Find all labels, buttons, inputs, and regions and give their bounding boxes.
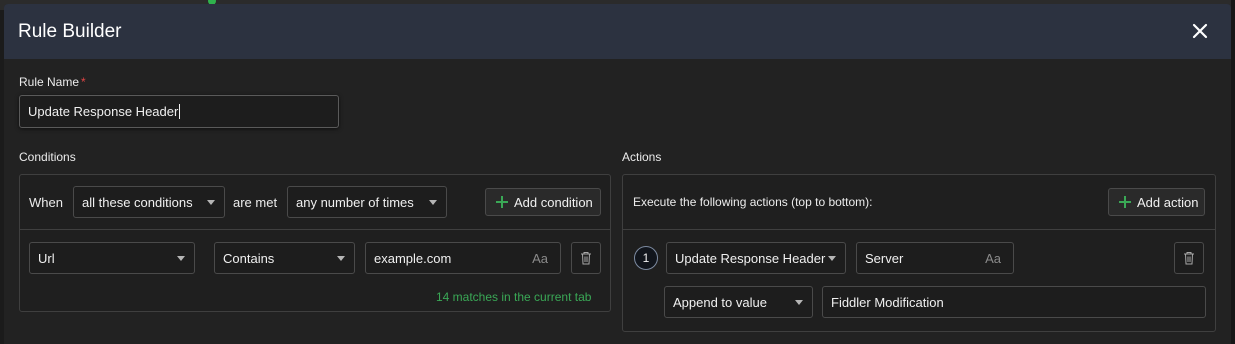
action-value-input[interactable]: Fiddler Modification — [822, 286, 1206, 318]
add-action-button[interactable]: Add action — [1108, 188, 1205, 216]
window-edge — [1231, 0, 1235, 344]
trash-icon — [1184, 252, 1194, 265]
chevron-down-icon — [795, 300, 803, 305]
condition-value-input[interactable]: example.com Aa — [365, 242, 561, 274]
action-type-value: Update Response Header — [675, 250, 826, 266]
match-count-status: 14 matches in the current tab — [436, 290, 592, 304]
action-mode-value: Append to value — [673, 294, 767, 310]
condition-operator-value: Contains — [223, 250, 275, 266]
rule-name-input[interactable]: Update Response Header — [19, 95, 339, 128]
match-mode-value: all these conditions — [82, 194, 193, 210]
condition-field-select[interactable]: Url — [29, 242, 195, 274]
trash-icon — [581, 252, 591, 265]
actions-label: Actions — [622, 150, 662, 164]
close-icon[interactable] — [1189, 20, 1211, 42]
chevron-down-icon — [828, 256, 836, 261]
actions-instruction: Execute the following actions (top to bo… — [633, 195, 873, 209]
chevron-down-icon — [177, 256, 185, 261]
delete-action-button[interactable] — [1174, 242, 1204, 274]
match-mode-select[interactable]: all these conditions — [73, 186, 225, 218]
delete-condition-button[interactable] — [571, 242, 601, 274]
when-label: When — [29, 195, 63, 210]
conditions-label: Conditions — [19, 150, 76, 164]
condition-field-value: Url — [38, 250, 55, 266]
rule-name-label: Rule Name * — [19, 75, 86, 89]
required-indicator: * — [81, 75, 86, 89]
actions-panel: Execute the following actions (top to bo… — [622, 174, 1216, 332]
action-type-select[interactable]: Update Response Header — [666, 242, 846, 274]
chevron-down-icon — [337, 256, 345, 261]
rule-builder-dialog: Rule Builder Rule Name * Update Response … — [4, 4, 1231, 344]
conditions-panel: When all these conditions are met any nu… — [19, 174, 611, 312]
are-met-label: are met — [233, 195, 278, 210]
add-action-label: Add action — [1137, 194, 1199, 210]
plus-icon — [1119, 196, 1131, 208]
chevron-down-icon — [207, 200, 215, 205]
action-step-badge: 1 — [634, 246, 658, 270]
dialog-title: Rule Builder — [18, 20, 122, 42]
chevron-down-icon — [429, 200, 437, 205]
rule-name-label-text: Rule Name — [19, 75, 80, 89]
frequency-value: any number of times — [296, 194, 414, 210]
plus-icon — [496, 196, 508, 208]
header-name-text: Server — [865, 250, 904, 266]
header-name-input[interactable]: Server Aa — [856, 242, 1014, 274]
add-condition-button[interactable]: Add condition — [485, 188, 601, 216]
text-caret — [179, 104, 181, 119]
match-case-toggle[interactable]: Aa — [985, 251, 1001, 266]
condition-operator-select[interactable]: Contains — [214, 242, 355, 274]
rule-name-value: Update Response Header — [28, 104, 179, 119]
frequency-select[interactable]: any number of times — [287, 186, 447, 218]
action-value-text: Fiddler Modification — [831, 294, 944, 310]
condition-value-text: example.com — [374, 250, 452, 266]
action-mode-select[interactable]: Append to value — [664, 286, 813, 318]
match-case-toggle[interactable]: Aa — [532, 251, 548, 266]
add-condition-label: Add condition — [514, 194, 593, 210]
dialog-titlebar: Rule Builder — [4, 4, 1231, 59]
